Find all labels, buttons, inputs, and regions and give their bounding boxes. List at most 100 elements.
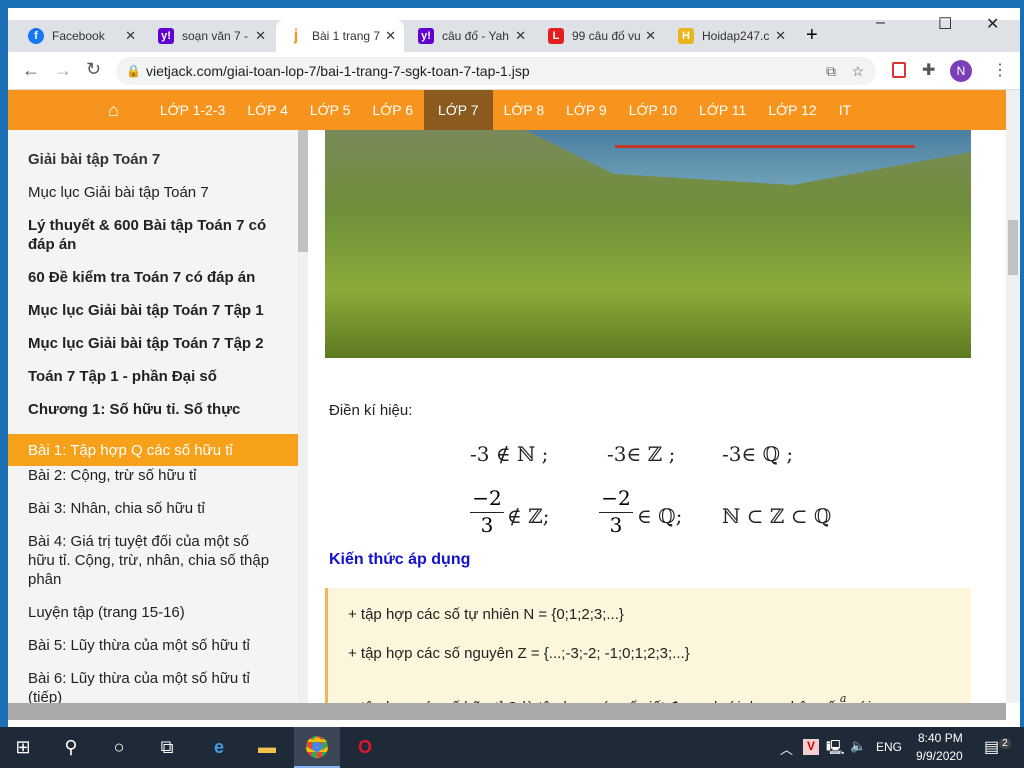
nav-item[interactable]: LỚP 11: [688, 90, 757, 130]
address-bar[interactable]: 🔒 vietjack.com/giai-toan-lop-7/bai-1-tran…: [116, 57, 876, 85]
sidebar-item[interactable]: Lý thuyết & 600 Bài tập Toán 7 có đáp án: [8, 216, 298, 254]
extension-icon[interactable]: [892, 62, 906, 78]
math-expr: ∉ ℤ;: [507, 504, 550, 528]
new-tab-button[interactable]: +: [806, 24, 818, 47]
language-indicator[interactable]: ENG: [876, 740, 902, 754]
cortana-icon[interactable]: ○: [96, 727, 142, 768]
translate-icon[interactable]: ⧉: [826, 63, 836, 80]
grade-nav: ⌂ LỚP 1-2-3 LỚP 4 LỚP 5 LỚP 6 LỚP 7 LỚP …: [8, 90, 1006, 130]
start-button[interactable]: ⊞: [0, 727, 46, 768]
sidebar-item[interactable]: Giải bài tập Toán 7: [8, 150, 298, 169]
tab-hoidap[interactable]: H Hoidap247.c ✕: [666, 20, 794, 52]
file-explorer-icon[interactable]: ▬: [244, 727, 290, 768]
nav-item[interactable]: LỚP 12: [757, 90, 827, 130]
close-icon[interactable]: ✕: [385, 28, 396, 44]
vietjack-icon: j: [293, 27, 299, 44]
close-icon[interactable]: ✕: [775, 28, 786, 44]
minimize-button[interactable]: –: [876, 14, 885, 32]
nav-item[interactable]: LỚP 9: [555, 90, 618, 130]
yahoo-icon: y!: [418, 28, 434, 44]
close-icon[interactable]: ✕: [125, 28, 136, 44]
math-expr: -3∈ ℤ ;: [607, 442, 676, 466]
nav-item[interactable]: LỚP 10: [618, 90, 688, 130]
volume-icon[interactable]: 🔈: [850, 738, 866, 754]
tab-label: Bài 1 trang 7: [312, 29, 381, 43]
sidebar-scrollbar[interactable]: [298, 130, 308, 703]
sidebar-item[interactable]: Mục lục Giải bài tập Toán 7 Tập 1: [8, 301, 298, 320]
nav-item[interactable]: LỚP 8: [493, 90, 556, 130]
sidebar-item[interactable]: Mục lục Giải bài tập Toán 7 Tập 2: [8, 334, 298, 353]
star-icon[interactable]: ☆: [851, 63, 864, 80]
chrome-icon[interactable]: [294, 727, 340, 768]
tab-soan-van[interactable]: y! soạn văn 7 - ✕: [146, 20, 274, 52]
close-icon[interactable]: ✕: [515, 28, 526, 44]
landscape-image: [325, 130, 971, 358]
denominator: 3: [609, 513, 623, 537]
tab-label: 99 câu đố vu: [572, 29, 641, 43]
back-icon[interactable]: ←: [22, 60, 40, 81]
hoidap-icon: H: [678, 28, 694, 44]
sea: [525, 130, 971, 185]
sidebar-item[interactable]: Luyện tập (trang 15-16): [8, 603, 298, 622]
nav-item-active[interactable]: LỚP 7: [424, 90, 493, 130]
close-window-button[interactable]: ✕: [986, 14, 999, 34]
tab-99-cau-do[interactable]: L 99 câu đố vu ✕: [536, 20, 664, 52]
notification-count: 2: [999, 737, 1011, 749]
numerator: −2: [470, 486, 504, 513]
l-icon: L: [548, 28, 564, 44]
sidebar-item[interactable]: 60 Đề kiểm tra Toán 7 có đáp án: [8, 268, 298, 287]
box-line: + tập hợp các số nguyên Z = {...;-3;-2; …: [348, 645, 690, 662]
chevron-up-icon[interactable]: ︿: [780, 739, 793, 758]
yahoo-icon: y!: [158, 28, 174, 44]
clock-date[interactable]: 9/9/2020: [916, 749, 963, 763]
close-icon[interactable]: ✕: [255, 28, 266, 44]
horizontal-scrollbar[interactable]: [8, 703, 1006, 720]
tab-label: Facebook: [52, 29, 105, 43]
intro-text: Điền kí hiệu:: [329, 402, 413, 419]
fraction: −2 3: [599, 486, 633, 537]
scroll-thumb[interactable]: [298, 130, 308, 252]
nav-item[interactable]: LỚP 6: [361, 90, 424, 130]
puzzle-icon[interactable]: ✚: [922, 60, 935, 80]
nav-item[interactable]: LỚP 1-2-3: [149, 90, 236, 130]
reload-icon[interactable]: ↻: [86, 59, 101, 80]
box-line: + tập hợp các số tự nhiên N = {0;1;2;3;.…: [348, 606, 624, 623]
opera-icon[interactable]: O: [342, 727, 388, 768]
sidebar-item[interactable]: Mục lục Giải bài tập Toán 7: [8, 183, 298, 202]
tab-facebook[interactable]: f Facebook ✕: [16, 20, 144, 52]
sidebar-item[interactable]: Chương 1: Số hữu tỉ. Số thực: [8, 400, 298, 419]
notification-icon[interactable]: ▤ 2: [984, 737, 1011, 757]
nav-item[interactable]: LỚP 5: [299, 90, 362, 130]
sidebar-item[interactable]: Bài 6: Lũy thừa của một số hữu tỉ (tiếp): [8, 669, 298, 703]
tab-label: soạn văn 7 -: [182, 29, 249, 43]
menu-icon[interactable]: ⋮: [992, 60, 1008, 80]
maximize-button[interactable]: ☐: [938, 14, 952, 34]
sidebar-item[interactable]: Bài 4: Giá trị tuyệt đối của một số hữu …: [8, 532, 298, 589]
math-expr: ∈ ℚ;: [637, 504, 683, 528]
sidebar-item[interactable]: Bài 5: Lũy thừa của một số hữu tỉ: [8, 636, 298, 655]
network-icon[interactable]: 🖳: [826, 737, 845, 761]
sidebar-item[interactable]: Bài 2: Cộng, trừ số hữu tỉ: [8, 466, 298, 485]
tab-bai-1[interactable]: j Bài 1 trang 7 ✕: [276, 20, 404, 52]
forward-icon[interactable]: →: [54, 60, 72, 81]
nav-item[interactable]: LỚP 4: [236, 90, 299, 130]
tab-label: Hoidap247.c: [702, 29, 770, 43]
sidebar-item-active[interactable]: Bài 1: Tập hợp Q các số hữu tỉ: [8, 434, 298, 466]
clock-time[interactable]: 8:40 PM: [918, 731, 963, 745]
close-icon[interactable]: ✕: [645, 28, 656, 44]
sidebar: Giải bài tập Toán 7 Mục lục Giải bài tập…: [8, 130, 298, 703]
sidebar-item[interactable]: Toán 7 Tập 1 - phần Đại số: [8, 367, 298, 386]
home-icon[interactable]: ⌂: [8, 90, 149, 130]
tab-label: câu đố - Yah: [442, 29, 509, 43]
math-expr: ℕ ⊂ ℤ ⊂ ℚ: [722, 504, 832, 528]
scroll-thumb[interactable]: [1008, 220, 1018, 275]
profile-avatar[interactable]: N: [950, 60, 972, 82]
page-scrollbar[interactable]: [1006, 90, 1020, 703]
search-icon[interactable]: ⚲: [48, 727, 94, 768]
tab-cau-do[interactable]: y! câu đố - Yah ✕: [406, 20, 534, 52]
edge-icon[interactable]: e: [196, 727, 242, 768]
nav-item[interactable]: IT: [828, 90, 862, 130]
v-tray-icon[interactable]: V: [803, 739, 819, 755]
sidebar-item[interactable]: Bài 3: Nhân, chia số hữu tỉ: [8, 499, 298, 518]
task-view-icon[interactable]: ⧉: [144, 727, 190, 768]
